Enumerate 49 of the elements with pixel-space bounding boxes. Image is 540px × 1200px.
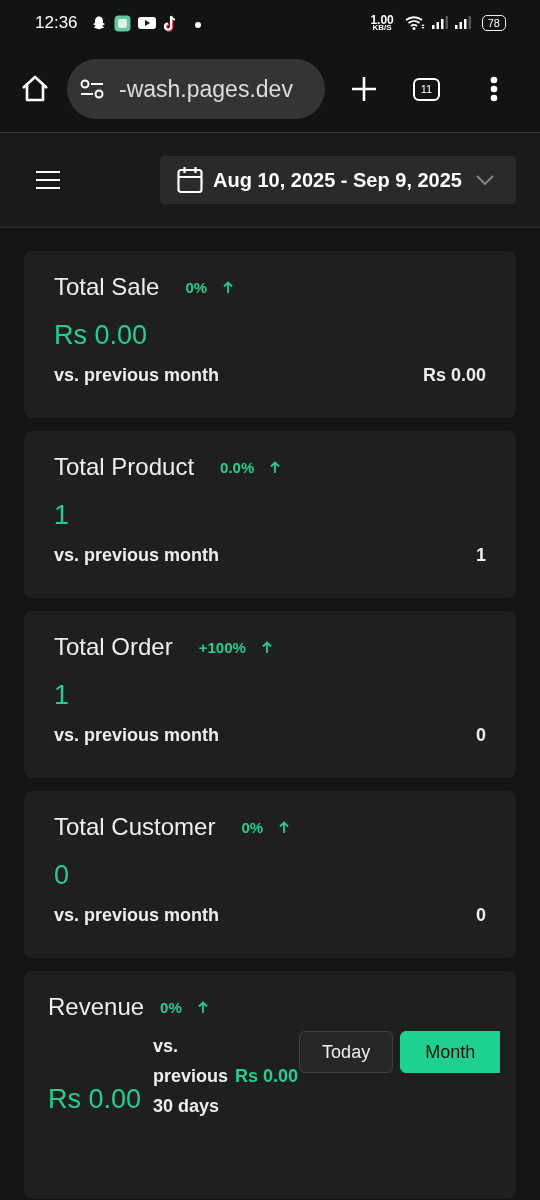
note-icon (162, 14, 178, 32)
card-title: Revenue (48, 993, 145, 1021)
comparison-label: vs. previous month (54, 905, 220, 926)
chevron-down-icon (476, 175, 494, 185)
data-speed-unit: KB/S (372, 24, 392, 32)
dot-icon (194, 22, 201, 28)
change-percent: 0% (185, 278, 208, 296)
period-tab[interactable]: Today (299, 1031, 394, 1073)
comparison-label: vs. previous month (54, 725, 220, 746)
url-text: -wash.pages.dev (119, 75, 293, 103)
data-speed: 1.00 (370, 14, 394, 25)
tab-count-button[interactable]: 11 (413, 77, 440, 101)
revenue-value: Rs 0.00 (48, 1084, 142, 1115)
app-icon (113, 14, 131, 32)
comparison-label: vs. previous month (54, 545, 220, 566)
menu-icon[interactable] (36, 170, 60, 190)
change-percent: +100% (198, 638, 246, 656)
card-title: Total Order (54, 633, 173, 661)
clock-time: 12:36 (35, 13, 78, 33)
calendar-icon (176, 166, 203, 194)
previous-value: 1 (476, 545, 486, 566)
plus-icon[interactable] (351, 76, 377, 102)
stat-value: 1 (54, 680, 71, 711)
previous-value: 0 (476, 725, 486, 746)
home-icon[interactable] (20, 74, 50, 104)
stat-value: 0 (54, 860, 71, 891)
date-range-picker[interactable]: Aug 10, 2025 - Sep 9, 2025 (159, 156, 516, 204)
address-bar[interactable]: -wash.pages.dev (67, 59, 325, 119)
signal-icon (431, 16, 448, 30)
stat-value: Rs 0.00 (54, 320, 149, 351)
comparison-label: vs. previous 30 days (153, 1035, 230, 1118)
previous-value: Rs 0.00 (235, 1065, 299, 1088)
wifi-icon (404, 15, 425, 31)
card-title: Total Product (54, 453, 195, 481)
change-percent: 0.0% (220, 458, 255, 476)
change-percent: 0% (160, 998, 182, 1016)
signal-icon (454, 16, 471, 30)
play-icon (137, 16, 156, 30)
tune-icon (79, 79, 105, 99)
stat-value: 1 (54, 500, 71, 531)
battery-indicator: 78 (481, 15, 506, 31)
previous-value: 0 (476, 905, 486, 926)
card-title: Total Sale (54, 273, 160, 301)
comparison-label: vs. previous month (54, 365, 220, 386)
card-title: Total Customer (54, 813, 216, 841)
previous-value: Rs 0.00 (422, 365, 486, 386)
change-percent: 0% (241, 818, 264, 836)
more-icon[interactable] (490, 76, 498, 102)
period-tab[interactable]: Month (400, 1031, 501, 1073)
